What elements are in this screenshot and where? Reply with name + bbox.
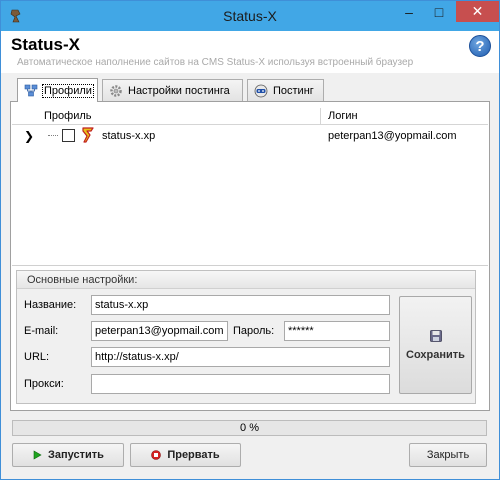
proxy-input[interactable] (91, 374, 390, 394)
tab-profiles[interactable]: Профили (17, 78, 98, 102)
grid-header: Профиль Логин (12, 108, 488, 125)
tab-posting[interactable]: Постинг (247, 79, 324, 101)
header-subtitle: Автоматическое наполнение сайтов на CMS … (17, 57, 414, 68)
cell-login: peterpan13@yopmail.com (328, 130, 457, 142)
close-window-button[interactable]: ✕ (456, 1, 499, 22)
name-input[interactable] (91, 295, 390, 315)
table-row[interactable]: ❯ status-x.xp peterpan13@yopmail.com (12, 126, 488, 146)
minimize-button[interactable]: – (396, 1, 422, 22)
header-title: Status-X (11, 35, 80, 54)
progress-bar: 0 % (12, 420, 487, 436)
tab-posting-settings[interactable]: Настройки постинга (102, 79, 243, 101)
title-bar[interactable]: Status-X – □ ✕ (1, 1, 499, 31)
password-label: Пароль: (233, 325, 275, 337)
close-button[interactable]: Закрыть (409, 443, 487, 467)
robot-icon (254, 84, 268, 98)
column-separator[interactable] (320, 108, 321, 124)
stop-icon (151, 450, 162, 460)
status-x-logo-icon (81, 127, 95, 143)
url-input[interactable] (91, 347, 390, 367)
save-button-label: Сохранить (406, 348, 465, 361)
email-label: E-mail: (24, 325, 59, 337)
tree-line (48, 135, 58, 136)
help-icon[interactable]: ? (469, 35, 491, 57)
floppy-disk-icon (429, 329, 442, 345)
tab-profiles-label: Профили (42, 83, 94, 98)
profiles-grid: Профиль Логин ❯ status-x.xp peterpan13@y… (12, 108, 488, 266)
app-header: Status-X Автоматическое наполнение сайто… (1, 31, 499, 73)
save-button[interactable]: Сохранить (399, 296, 472, 394)
url-label: URL: (24, 351, 50, 363)
stop-button-label: Прервать (167, 449, 220, 461)
progress-text: 0 % (240, 422, 259, 434)
row-checkbox[interactable] (62, 129, 75, 142)
play-icon (32, 450, 42, 460)
proxy-label: Прокси: (24, 378, 64, 390)
email-input[interactable] (91, 321, 228, 341)
basic-settings-title: Основные настройки: (17, 271, 475, 289)
start-button[interactable]: Запустить (12, 443, 124, 467)
gear-icon (109, 84, 123, 98)
maximize-button[interactable]: □ (426, 1, 452, 22)
name-label: Название: (24, 299, 77, 311)
password-input[interactable] (284, 321, 390, 341)
profiles-icon (24, 84, 38, 98)
tab-posting-settings-label: Настройки постинга (128, 84, 230, 97)
start-button-label: Запустить (48, 449, 104, 461)
stop-button[interactable]: Прервать (130, 443, 241, 467)
cell-profile: status-x.xp (102, 130, 156, 142)
expander-icon[interactable]: ❯ (24, 129, 34, 143)
column-header-profile[interactable]: Профиль (44, 110, 92, 122)
column-header-login[interactable]: Логин (328, 110, 358, 122)
tab-posting-label: Постинг (273, 84, 314, 97)
window-title: Status-X (223, 8, 277, 24)
